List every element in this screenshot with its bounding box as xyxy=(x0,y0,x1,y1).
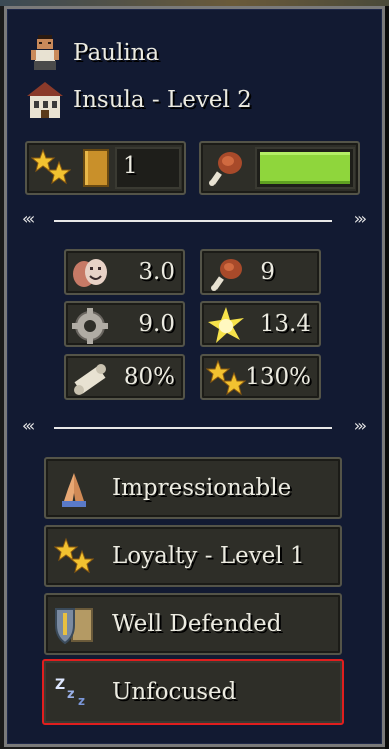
svg-text:z: z xyxy=(78,694,85,708)
trait-unfocused-label: Unfocused xyxy=(112,679,237,705)
citizen-name-row: Paulina xyxy=(25,33,159,73)
citizen-home-row: Insula - Level 2 xyxy=(25,80,252,120)
stat-entertainment-value: 3.0 xyxy=(138,259,175,285)
stat-industry[interactable]: 9.0 xyxy=(64,301,185,347)
trait-well-defended[interactable]: Well Defended xyxy=(44,593,342,655)
citizen-home-level: Insula - Level 2 xyxy=(73,87,252,113)
svg-text:Z: Z xyxy=(55,677,65,693)
insula-house-icon xyxy=(25,80,65,120)
stat-entertainment[interactable]: 3.0 xyxy=(64,249,185,295)
stat-loyalty[interactable]: 130% xyxy=(200,354,321,400)
scroll-icon xyxy=(70,359,110,399)
level-value: 1 xyxy=(123,153,138,179)
trait-unfocused[interactable]: Z z z Unfocused xyxy=(42,659,344,725)
food-bar-track xyxy=(255,147,355,189)
food-bar-fill xyxy=(260,152,350,184)
stat-research-value: 80% xyxy=(123,364,175,390)
separator-top: ‹‹‹ ››› xyxy=(22,209,367,228)
citizen-name: Paulina xyxy=(73,40,160,66)
meat-leg-icon xyxy=(205,148,245,188)
food-bar[interactable] xyxy=(199,141,360,195)
trait-impressionable[interactable]: Impressionable xyxy=(44,457,342,519)
sleep-zzz-icon: Z z z xyxy=(54,673,94,713)
stat-food-value: 9 xyxy=(260,259,275,285)
panel-shadow xyxy=(385,6,389,749)
praying-hands-icon xyxy=(54,469,94,509)
gold-stars-icon xyxy=(30,148,72,188)
separator-bottom: ‹‹‹ ››› xyxy=(22,416,367,435)
gold-stars-icon xyxy=(205,359,247,399)
stat-influence-value: 13.4 xyxy=(259,311,311,337)
stat-influence[interactable]: 13.4 xyxy=(200,301,321,347)
gold-stars-icon xyxy=(53,537,95,577)
shield-map-icon xyxy=(54,605,94,645)
meat-leg-icon xyxy=(206,254,246,294)
stat-food[interactable]: 9 xyxy=(200,249,321,295)
stat-industry-value: 9.0 xyxy=(138,311,175,337)
svg-text:z: z xyxy=(67,687,75,702)
trait-impressionable-label: Impressionable xyxy=(112,475,292,501)
theater-masks-icon xyxy=(70,254,110,294)
stat-research[interactable]: 80% xyxy=(64,354,185,400)
stat-loyalty-value: 130% xyxy=(245,364,311,390)
citizen-portrait-icon xyxy=(25,33,65,73)
trait-loyalty[interactable]: Loyalty - Level 1 xyxy=(44,525,342,587)
sun-burst-icon xyxy=(206,306,246,346)
gear-icon xyxy=(70,306,110,346)
gold-bar-icon xyxy=(83,149,109,187)
trait-well-defended-label: Well Defended xyxy=(112,611,282,637)
level-bar[interactable]: 1 xyxy=(25,141,186,195)
trait-loyalty-label: Loyalty - Level 1 xyxy=(112,543,305,569)
